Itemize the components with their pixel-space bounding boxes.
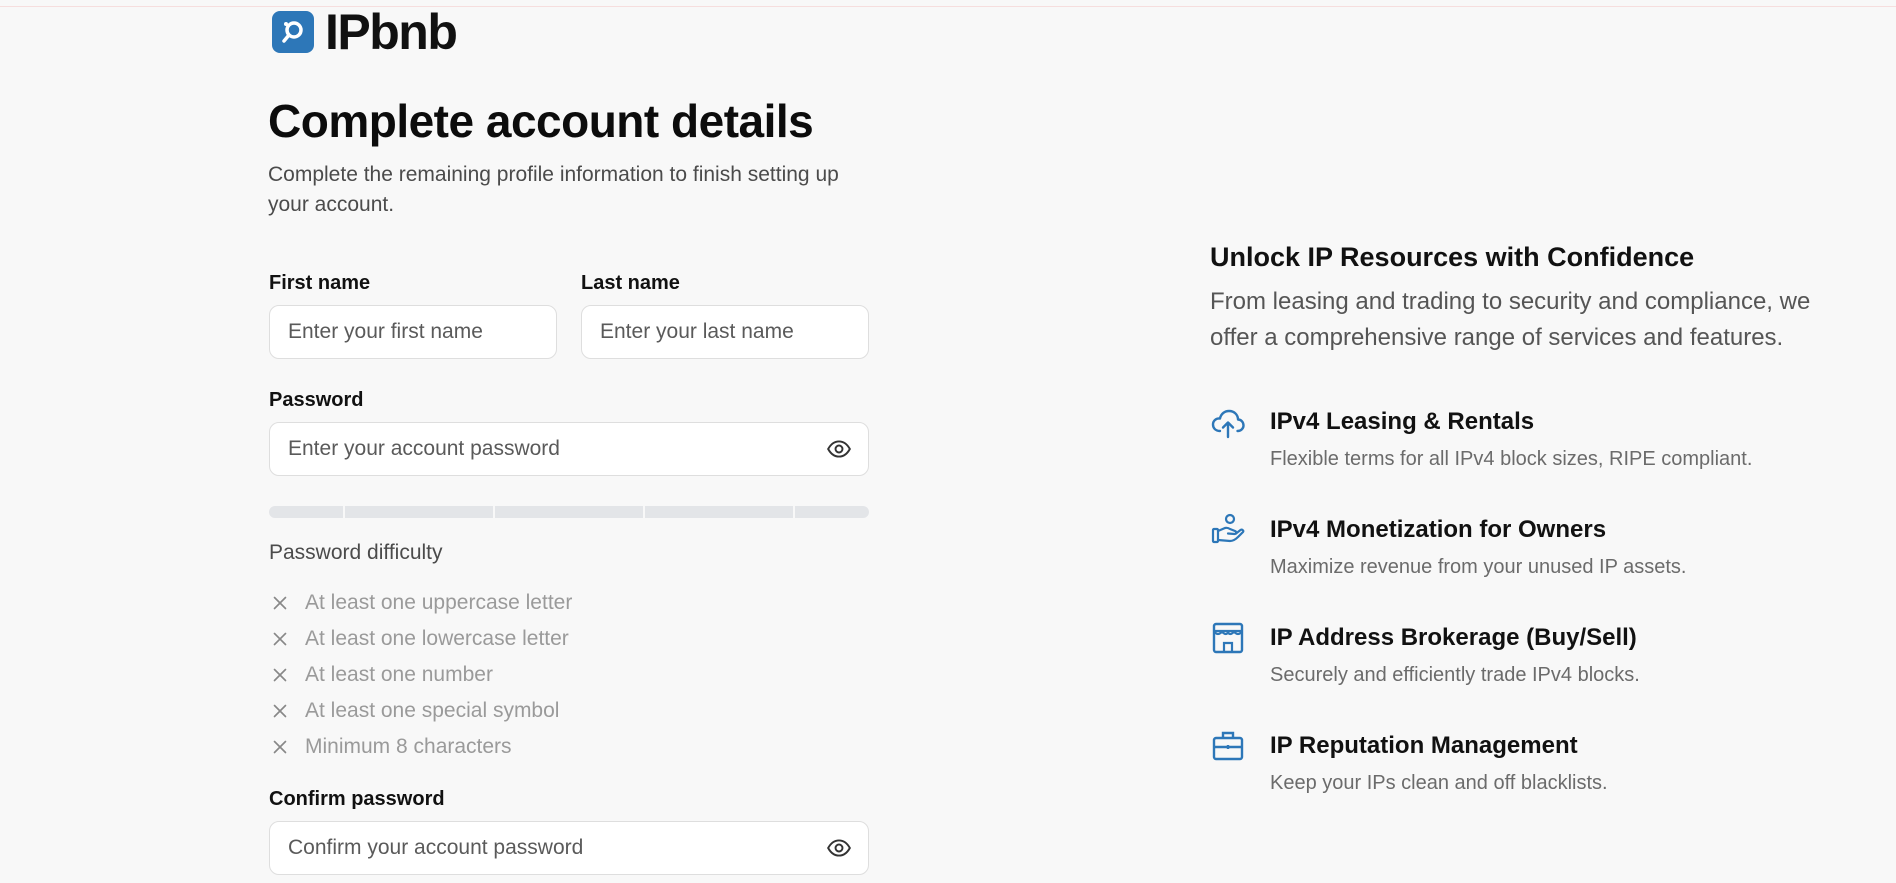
promo-subtitle: From leasing and trading to security and… bbox=[1210, 288, 1811, 351]
password-input[interactable]: Enter your account password bbox=[269, 422, 869, 476]
password-strength-meter bbox=[269, 506, 869, 518]
brand-name: IPbnb bbox=[325, 4, 458, 60]
first-name-label: First name bbox=[269, 272, 371, 294]
feature-description: Maximize revenue from your unused IP ass… bbox=[1270, 556, 1687, 578]
password-rule-text: At least one uppercase letter bbox=[305, 591, 573, 614]
brand-logo[interactable]: IPbnb bbox=[272, 4, 458, 60]
close-icon bbox=[273, 668, 287, 682]
password-rule-text: At least one special symbol bbox=[305, 699, 560, 722]
feature-description: Securely and efficiently trade IPv4 bloc… bbox=[1270, 664, 1640, 686]
close-icon bbox=[273, 596, 287, 610]
feature-title: IPv4 Leasing & Rentals bbox=[1270, 408, 1535, 435]
password-rule: At least one special symbol bbox=[269, 693, 572, 729]
last-name-input[interactable]: Enter your last name bbox=[581, 305, 869, 359]
password-rule-text: At least one lowercase letter bbox=[305, 627, 569, 650]
feature-title: IP Reputation Management bbox=[1270, 732, 1578, 759]
password-placeholder: Enter your account password bbox=[288, 437, 560, 460]
promo-title: Unlock IP Resources with Confidence bbox=[1210, 242, 1695, 272]
confirm-password-input[interactable]: Confirm your account password bbox=[269, 821, 869, 875]
password-label: Password bbox=[269, 389, 364, 411]
last-name-placeholder: Enter your last name bbox=[600, 320, 794, 343]
password-difficulty-title: Password difficulty bbox=[269, 541, 443, 564]
show-password-icon[interactable] bbox=[826, 835, 852, 861]
close-icon bbox=[273, 704, 287, 718]
hand-coins-icon bbox=[1211, 513, 1245, 544]
show-password-icon[interactable] bbox=[826, 436, 852, 462]
password-rule: At least one uppercase letter bbox=[269, 585, 572, 621]
password-rule: Minimum 8 characters bbox=[269, 729, 572, 765]
page-title: Complete account details bbox=[268, 95, 814, 147]
password-rule: At least one lowercase letter bbox=[269, 621, 572, 657]
logo-icon bbox=[272, 11, 314, 53]
close-icon bbox=[273, 632, 287, 646]
password-rule-text: At least one number bbox=[305, 663, 493, 686]
strength-segment bbox=[345, 506, 493, 518]
confirm-password-placeholder: Confirm your account password bbox=[288, 836, 584, 859]
storefront-icon bbox=[1212, 622, 1244, 654]
strength-segment bbox=[795, 506, 869, 518]
feature-description: Keep your IPs clean and off blacklists. bbox=[1270, 772, 1608, 794]
feature-description: Flexible terms for all IPv4 block sizes,… bbox=[1270, 448, 1753, 470]
feature-title: IPv4 Monetization for Owners bbox=[1270, 516, 1607, 543]
feature-title: IP Address Brokerage (Buy/Sell) bbox=[1270, 624, 1637, 651]
password-rules-list: At least one uppercase letter At least o… bbox=[269, 585, 572, 765]
strength-segment bbox=[269, 506, 343, 518]
password-rule: At least one number bbox=[269, 657, 572, 693]
briefcase-icon bbox=[1212, 731, 1244, 761]
password-rule-text: Minimum 8 characters bbox=[305, 735, 512, 758]
last-name-label: Last name bbox=[581, 272, 680, 294]
strength-segment bbox=[645, 506, 793, 518]
cloud-upload-icon bbox=[1211, 409, 1245, 439]
confirm-password-label: Confirm password bbox=[269, 788, 445, 810]
strength-segment bbox=[495, 506, 643, 518]
page-subtitle: Complete the remaining profile informati… bbox=[268, 163, 839, 216]
first-name-placeholder: Enter your first name bbox=[288, 320, 483, 343]
close-icon bbox=[273, 740, 287, 754]
first-name-input[interactable]: Enter your first name bbox=[269, 305, 557, 359]
